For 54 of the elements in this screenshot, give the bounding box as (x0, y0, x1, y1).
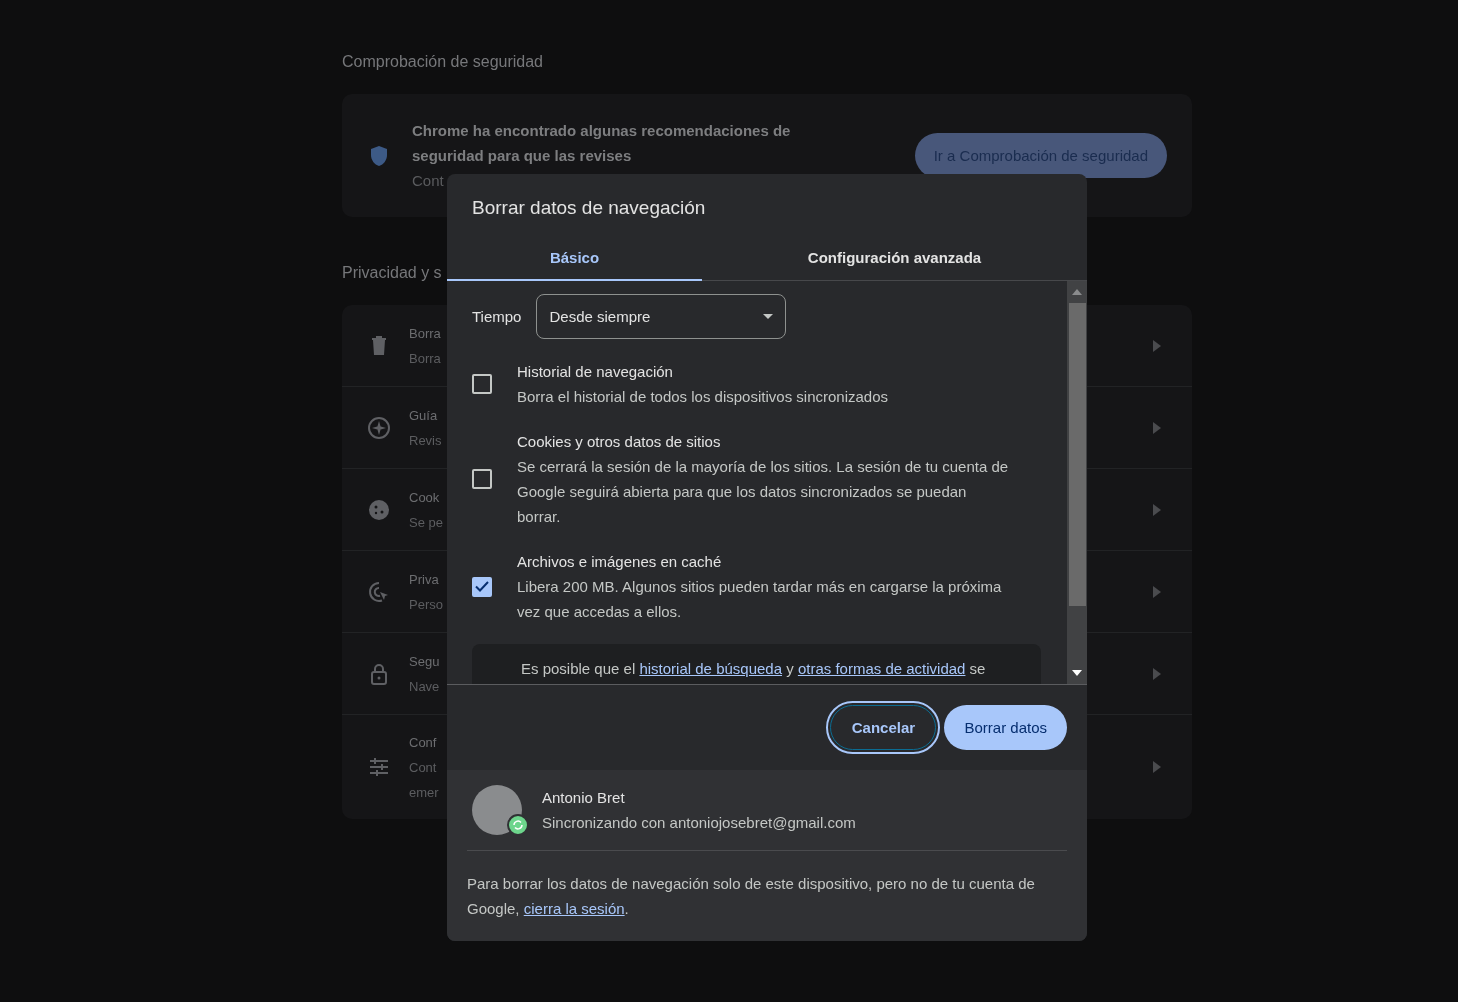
scroll-down-icon (1072, 670, 1082, 676)
account-name: Antonio Bret (542, 788, 626, 808)
row-subtitle: Perso (409, 595, 443, 614)
sign-out-note: Para borrar los datos de navegación solo de este dispositivo, pero no de tu cuenta de Google, cierra la sesión. (467, 874, 1036, 919)
dialog-title: Borrar datos de navegación (471, 196, 707, 219)
sync-icon (507, 814, 529, 836)
avatar (472, 785, 522, 835)
option-title: Historial de navegación (517, 362, 674, 382)
option-description: Libera 200 MB. Algunos sitios pueden tardar más en cargarse la próxima vez que accedas a ellos. (517, 577, 1003, 622)
row-title: Priva (409, 570, 439, 589)
time-label: Tiempo (472, 308, 522, 325)
option-title: Cookies y otros datos de sitios (517, 432, 722, 452)
checkbox[interactable] (472, 374, 492, 394)
row-subtitle: Se pe (409, 513, 443, 532)
section-heading: Comprobación de seguridad (342, 52, 544, 72)
section-heading: Privacidad y s (342, 263, 443, 283)
row-title: Segu (409, 652, 440, 671)
sync-status: Sincronizando con antoniojosebret@gmail.com (542, 813, 856, 833)
arrow-right-icon (1153, 421, 1161, 434)
safety-message: Chrome ha encontrado algunas recomendaciones de seguridad para que las revises (412, 121, 792, 166)
clear-data-button[interactable]: Borrar datos (944, 705, 1067, 750)
tab[interactable]: Básico (447, 236, 702, 281)
tab[interactable]: Configuración avanzada (702, 236, 1087, 281)
arrow-right-icon (1153, 503, 1161, 516)
option-description: Borra el historial de todos los dispositivos sincronizados (517, 387, 889, 407)
arrow-right-icon (1153, 667, 1161, 680)
arrow-right-icon (1153, 761, 1161, 773)
row-title: Borra (409, 324, 441, 343)
search-history-link[interactable]: historial de búsqueda (639, 660, 783, 677)
row-subtitle: Borra (409, 349, 441, 368)
option-description: Se cerrará la sesión de la mayoría de los sitios. La sesión de tu cuenta de Google seguirá abierta para que los datos sincronizados se puedan borrar. (517, 457, 1010, 527)
compass-icon (367, 415, 391, 440)
sign-out-link[interactable]: cierra la sesión (523, 900, 625, 917)
notice-text: Es posible que el historial de búsqueda y otras formas de actividad se (521, 659, 987, 679)
scrollbar[interactable] (1067, 281, 1087, 684)
time-dropdown[interactable]: Desde siempre (536, 294, 787, 339)
arrow-right-icon (1153, 585, 1161, 598)
checkbox[interactable] (472, 469, 492, 489)
row-subtitle: Nave (409, 677, 440, 696)
scroll-up-icon (1072, 289, 1082, 295)
row-title: Guía (409, 406, 438, 425)
row-subtitle: Cont (409, 758, 437, 777)
row-title: Cook (409, 488, 440, 507)
sliders-icon (367, 755, 391, 779)
option-title: Archivos e imágenes en caché (517, 552, 723, 572)
caret-icon (763, 314, 774, 319)
row-subtitle: Revis (409, 431, 442, 450)
row-title: Conf (409, 733, 437, 752)
checkbox[interactable] (472, 576, 492, 597)
row-subtitle: emer (409, 783, 439, 802)
arrow-right-icon (1153, 339, 1161, 352)
safety-detail: Cont (412, 171, 445, 191)
activity-link[interactable]: otras formas de actividad (797, 660, 966, 677)
cookie-icon (367, 497, 391, 522)
